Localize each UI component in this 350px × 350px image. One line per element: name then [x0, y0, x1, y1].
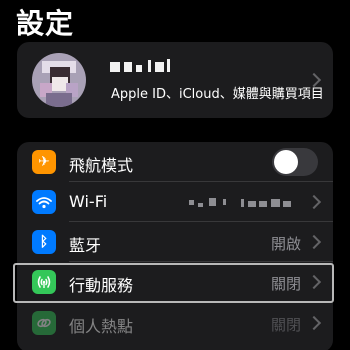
page-title: 設定 — [16, 7, 75, 40]
row-personal-hotspot[interactable]: 個人熱點 關閉 — [17, 303, 333, 343]
apple-id-card[interactable]: Apple ID、iCloud、媒體與購買項目 — [17, 42, 333, 118]
row-label: 藍牙 — [69, 236, 102, 255]
row-airplane-mode[interactable]: ✈ 飛航模式 — [17, 142, 333, 182]
airplane-mode-toggle[interactable] — [272, 148, 318, 176]
toggle-knob — [274, 150, 298, 174]
row-label: 個人熱點 — [69, 317, 134, 336]
row-value: 關閉 — [270, 275, 301, 293]
row-value: 開啟 — [270, 235, 301, 253]
settings-screen: 設定 Apple ID、iCloud、媒體與購買項目 ✈ 飛航模式 Wi-Fi … — [0, 0, 350, 350]
antenna-icon — [32, 270, 56, 294]
row-label: Wi-Fi — [69, 192, 108, 211]
row-wifi[interactable]: Wi-Fi — [17, 182, 333, 222]
row-value: 關閉 — [270, 316, 301, 334]
apple-id-subtitle: Apple ID、iCloud、媒體與購買項目 — [111, 87, 324, 102]
row-label: 行動服務 — [69, 276, 134, 295]
link-icon — [32, 311, 56, 335]
profile-name-redacted — [110, 58, 174, 76]
avatar — [32, 53, 86, 107]
settings-group: ✈ 飛航模式 Wi-Fi ᛒ 藍牙 開啟 行動服務 關閉 個人熱點 關閉 — [17, 142, 333, 350]
chevron-right-icon — [306, 315, 322, 331]
chevron-right-icon — [306, 234, 322, 250]
row-bluetooth[interactable]: ᛒ 藍牙 開啟 — [17, 222, 333, 262]
chevron-right-icon — [306, 194, 322, 210]
row-label: 飛航模式 — [69, 156, 134, 175]
row-cellular[interactable]: 行動服務 關閉 — [17, 262, 333, 302]
wifi-icon — [32, 190, 56, 214]
airplane-icon: ✈ — [32, 150, 56, 174]
divider — [69, 301, 333, 302]
chevron-right-icon — [306, 274, 322, 290]
bluetooth-icon: ᛒ — [32, 230, 56, 254]
wifi-network-redacted — [189, 196, 299, 210]
